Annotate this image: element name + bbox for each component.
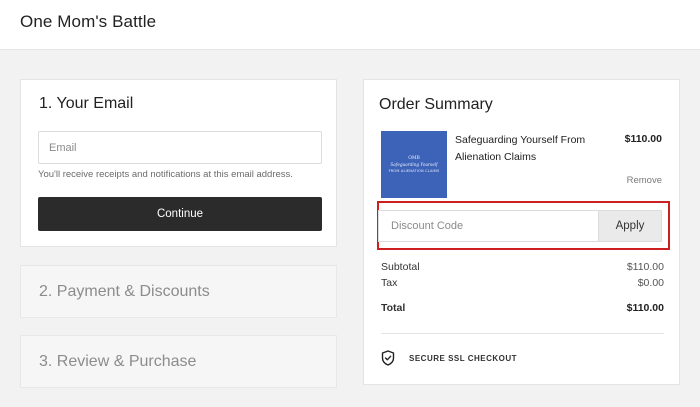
thumbnail-title-text: Safeguarding Yourself: [390, 161, 438, 167]
discount-code-input[interactable]: [378, 210, 598, 242]
brand-name[interactable]: One Mom's Battle: [20, 12, 156, 32]
subtotal-label: Subtotal: [381, 261, 420, 273]
tax-label: Tax: [381, 277, 398, 289]
product-price: $110.00: [624, 133, 662, 145]
apply-button[interactable]: Apply: [598, 210, 662, 242]
shield-check-icon: [381, 350, 395, 366]
tax-value: $0.00: [637, 277, 664, 289]
summary-divider: [381, 333, 664, 334]
product-thumbnail: OMB Safeguarding Yourself FROM ALIENATIO…: [381, 131, 447, 198]
product-name: Safeguarding Yourself From Alienation Cl…: [455, 134, 586, 163]
payment-step-label: 2. Payment & Discounts: [39, 283, 210, 300]
ssl-checkout-label: SECURE SSL CHECKOUT: [409, 354, 518, 363]
order-summary: Order Summary OMB Safeguarding Yourself …: [363, 79, 680, 385]
site-header: One Mom's Battle: [0, 0, 700, 50]
thumbnail-subtitle-text: FROM ALIENATION CLAIMS: [388, 169, 440, 174]
total-value: $110.00: [626, 302, 664, 314]
email-section-title: 1. Your Email: [39, 95, 134, 112]
remove-link[interactable]: Remove: [627, 175, 662, 186]
thumbnail-logo-text: OMB: [408, 155, 420, 161]
order-summary-title: Order Summary: [379, 96, 493, 113]
email-section: 1. Your Email You'll receive receipts an…: [20, 79, 337, 247]
continue-button[interactable]: Continue: [38, 197, 322, 231]
review-step: 3. Review & Purchase: [20, 335, 337, 388]
payment-step: 2. Payment & Discounts: [20, 265, 337, 318]
email-help-text: You'll receive receipts and notification…: [38, 169, 293, 180]
subtotal-value: $110.00: [626, 261, 664, 273]
email-field[interactable]: [38, 131, 322, 164]
review-step-label: 3. Review & Purchase: [39, 353, 197, 370]
total-label: Total: [381, 302, 406, 314]
